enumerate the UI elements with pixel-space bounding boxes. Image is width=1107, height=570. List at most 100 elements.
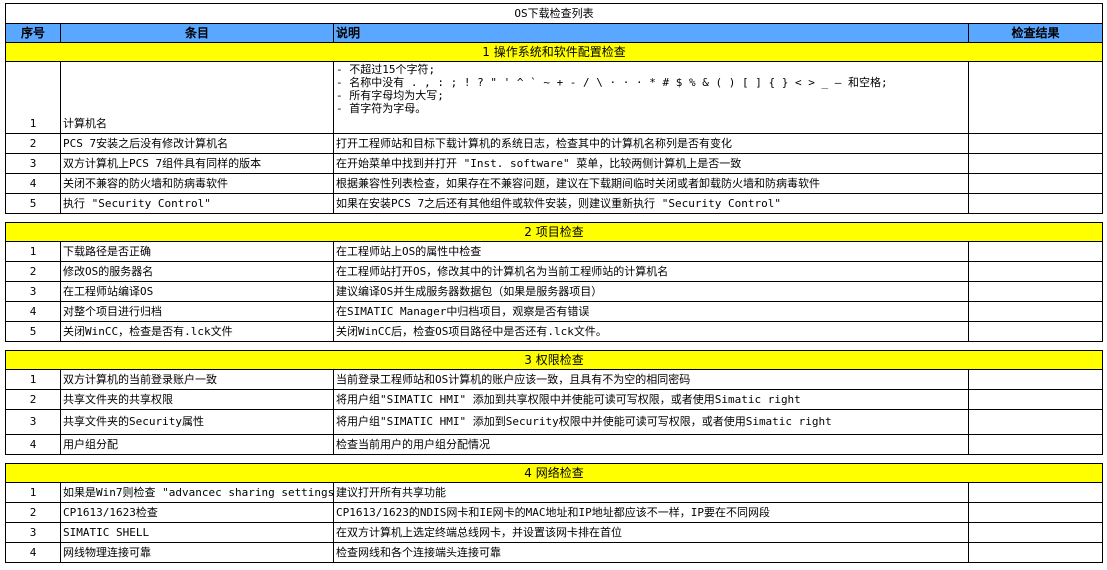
table-row: 5 关闭WinCC，检查是否有.lck文件 关闭WinCC后，检查OS项目路径中是否… — [5, 321, 1103, 342]
result-cell[interactable] — [968, 502, 1103, 523]
row-item: 如果是Win7则检查 "advancec sharing settings" — [60, 482, 334, 503]
row-item: 用户组分配 — [60, 434, 334, 455]
table-row: 4 关闭不兼容的防火墙和防病毒软件 根据兼容性列表检查，如果存在不兼容问题，建议在下… — [5, 173, 1103, 194]
row-number: 1 — [5, 369, 61, 390]
table-row: 1 双方计算机的当前登录账户一致 当前登录工程师站和OS计算机的账户应该一致，且具有… — [5, 369, 1103, 390]
row-description: 关闭WinCC后，检查OS项目路径中是否还有.lck文件。 — [333, 321, 969, 342]
table-row: 3 SIMATIC SHELL 在双方计算机上选定终端总线网卡，并设置该网卡排在首位 — [5, 522, 1103, 543]
result-cell[interactable] — [968, 61, 1103, 134]
row-number: 4 — [5, 434, 61, 455]
result-cell[interactable] — [968, 153, 1103, 174]
header-row: 序号 条目 说明 检查结果 — [5, 23, 1103, 43]
result-cell[interactable] — [968, 261, 1103, 282]
row-number: 2 — [5, 389, 61, 410]
row-number: 3 — [5, 409, 61, 435]
header-num: 序号 — [5, 23, 61, 43]
row-item: 关闭WinCC，检查是否有.lck文件 — [60, 321, 334, 342]
result-cell[interactable] — [968, 301, 1103, 322]
row-description: 根据兼容性列表检查，如果存在不兼容问题，建议在下载期间临时关闭或者卸载防火墙和防… — [333, 173, 969, 194]
result-cell[interactable] — [968, 193, 1103, 214]
result-cell[interactable] — [968, 482, 1103, 503]
table-row: 3 在工程师站编译OS 建议编译OS并生成服务器数据包（如果是服务器项目） — [5, 281, 1103, 302]
result-cell[interactable] — [968, 133, 1103, 154]
row-number: 4 — [5, 542, 61, 563]
spacer-cell — [5, 341, 1103, 351]
section-title: 3 权限检查 — [5, 350, 1103, 370]
section-header-row: 4 网络检查 — [5, 463, 1103, 483]
row-item: SIMATIC SHELL — [60, 522, 334, 543]
table-row: 2 共享文件夹的共享权限 将用户组"SIMATIC HMI" 添加到共享权限中并使能… — [5, 389, 1103, 410]
row-number: 1 — [5, 241, 61, 262]
row-description: 在工程师站打开OS，修改其中的计算机名为当前工程师站的计算机名 — [333, 261, 969, 282]
row-number: 2 — [5, 133, 61, 154]
row-description: 检查网线和各个连接端头连接可靠 — [333, 542, 969, 563]
row-description: CP1613/1623的NDIS网卡和IE网卡的MAC地址和IP地址都应该不一样… — [333, 502, 969, 523]
table-row: 4 对整个项目进行归档 在SIMATIC Manager中归档项目，观察是否有错误 — [5, 301, 1103, 322]
row-item: 网线物理连接可靠 — [60, 542, 334, 563]
row-item: 对整个项目进行归档 — [60, 301, 334, 322]
table-row: 4 网线物理连接可靠 检查网线和各个连接端头连接可靠 — [5, 542, 1103, 563]
result-cell[interactable] — [968, 241, 1103, 262]
row-item: 计算机名 — [60, 61, 334, 134]
table-row: 4 用户组分配 检查当前用户的用户组分配情况 — [5, 434, 1103, 455]
spacer-cell — [5, 454, 1103, 464]
checklist-sheet: OS下载检查列表 序号 条目 说明 检查结果 1 操作系统和软件配置检查 1 计算机… — [5, 3, 1103, 563]
row-item: 下载路径是否正确 — [60, 241, 334, 262]
row-description: 检查当前用户的用户组分配情况 — [333, 434, 969, 455]
row-item: 关闭不兼容的防火墙和防病毒软件 — [60, 173, 334, 194]
row-item: 双方计算机的当前登录账户一致 — [60, 369, 334, 390]
checklist-table: OS下载检查列表 序号 条目 说明 检查结果 1 操作系统和软件配置检查 1 计算机… — [5, 3, 1103, 563]
section-title: 4 网络检查 — [5, 463, 1103, 483]
section-spacer — [5, 341, 1103, 351]
result-cell[interactable] — [968, 321, 1103, 342]
result-cell[interactable] — [968, 542, 1103, 563]
table-row: 2 CP1613/1623检查 CP1613/1623的NDIS网卡和IE网卡的MA… — [5, 502, 1103, 523]
row-item: 双方计算机上PCS 7组件具有同样的版本 — [60, 153, 334, 174]
row-number: 2 — [5, 261, 61, 282]
row-item: PCS 7安装之后没有修改计算机名 — [60, 133, 334, 154]
table-row: 1 下载路径是否正确 在工程师站上OS的属性中检查 — [5, 241, 1103, 262]
row-number: 3 — [5, 153, 61, 174]
section-spacer — [5, 213, 1103, 223]
table-row: 1 计算机名 - 不超过15个字符; - 名称中没有 . , : ; ! ? " ' … — [5, 61, 1103, 134]
description-line: - 首字符为字母。 — [336, 102, 427, 115]
section-title: 2 项目检查 — [5, 222, 1103, 242]
row-number: 4 — [5, 173, 61, 194]
result-cell[interactable] — [968, 522, 1103, 543]
section-header-row: 2 项目检查 — [5, 222, 1103, 242]
row-description: 将用户组"SIMATIC HMI" 添加到Security权限中并使能可读可写权… — [333, 409, 969, 435]
row-description: 在工程师站上OS的属性中检查 — [333, 241, 969, 262]
sheet-title: OS下载检查列表 — [5, 3, 1103, 24]
table-row: 3 双方计算机上PCS 7组件具有同样的版本 在开始菜单中找到并打开 "Inst. … — [5, 153, 1103, 174]
result-cell[interactable] — [968, 409, 1103, 435]
row-item: 共享文件夹的Security属性 — [60, 409, 334, 435]
title-row: OS下载检查列表 — [5, 3, 1103, 24]
row-description: 打开工程师站和目标下载计算机的系统日志，检查其中的计算机名称列是否有变化 — [333, 133, 969, 154]
result-cell[interactable] — [968, 389, 1103, 410]
result-cell[interactable] — [968, 281, 1103, 302]
row-number: 2 — [5, 502, 61, 523]
row-number: 3 — [5, 281, 61, 302]
row-number: 3 — [5, 522, 61, 543]
row-number: 1 — [5, 482, 61, 503]
row-number: 1 — [5, 61, 61, 134]
section-header-row: 1 操作系统和软件配置检查 — [5, 42, 1103, 62]
result-cell[interactable] — [968, 173, 1103, 194]
result-cell[interactable] — [968, 434, 1103, 455]
table-row: 3 共享文件夹的Security属性 将用户组"SIMATIC HMI" 添加到Se… — [5, 409, 1103, 435]
table-row: 1 如果是Win7则检查 "advancec sharing settings" 建… — [5, 482, 1103, 503]
header-result: 检查结果 — [968, 23, 1103, 43]
row-description: 当前登录工程师站和OS计算机的账户应该一致，且具有不为空的相同密码 — [333, 369, 969, 390]
header-desc: 说明 — [333, 23, 969, 43]
row-item: 执行 "Security Control" — [60, 193, 334, 214]
row-description: 在开始菜单中找到并打开 "Inst. software" 菜单，比较两侧计算机上… — [333, 153, 969, 174]
row-description: - 不超过15个字符; - 名称中没有 . , : ; ! ? " ' ^ ` ~… — [333, 61, 969, 134]
row-description: 建议打开所有共享功能 — [333, 482, 969, 503]
description-line: - 所有字母均为大写; — [336, 89, 444, 102]
table-row: 2 修改OS的服务器名 在工程师站打开OS，修改其中的计算机名为当前工程师站的计算机… — [5, 261, 1103, 282]
row-item: CP1613/1623检查 — [60, 502, 334, 523]
row-number: 4 — [5, 301, 61, 322]
description-line: - 名称中没有 . , : ; ! ? " ' ^ ` ~ + - / \ · … — [336, 76, 888, 89]
result-cell[interactable] — [968, 369, 1103, 390]
row-number: 5 — [5, 193, 61, 214]
